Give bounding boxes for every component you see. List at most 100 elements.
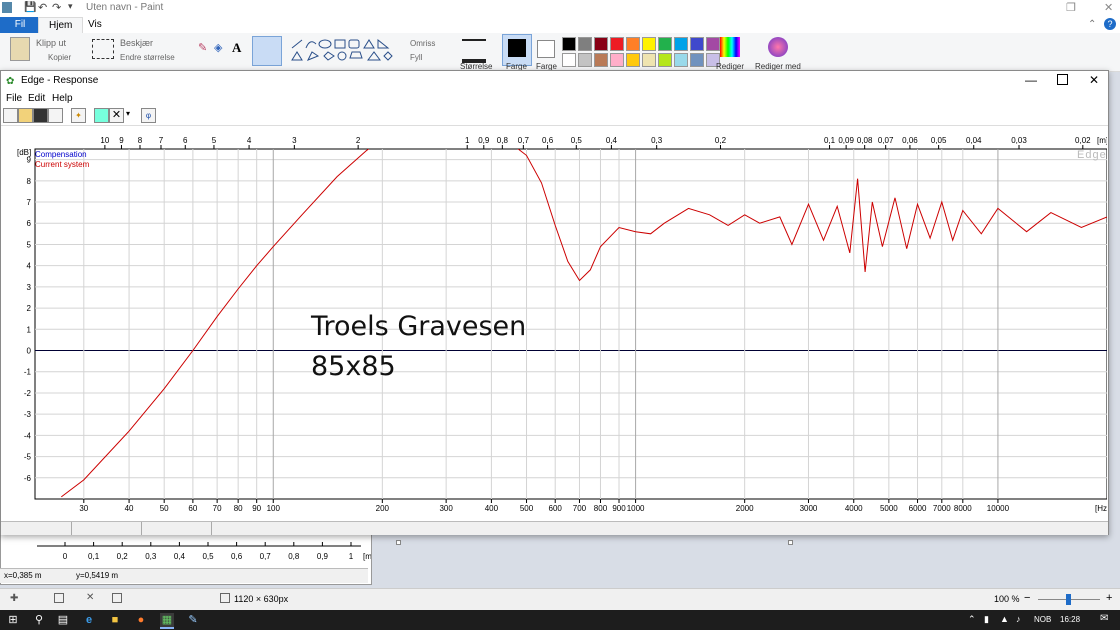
cursor-position-icon: ✚ — [10, 593, 19, 604]
canvas-resize-handle[interactable] — [396, 540, 401, 545]
fill-dropdown[interactable]: Fyll — [410, 53, 422, 62]
palette-swatch[interactable] — [642, 53, 656, 67]
menu-help[interactable]: Help — [52, 93, 73, 104]
menu-edit[interactable]: Edit — [28, 93, 45, 104]
file-explorer-icon[interactable]: ■ — [108, 613, 122, 627]
edge-close-icon[interactable]: ✕ — [1089, 73, 1099, 87]
language-indicator[interactable]: NOB — [1034, 615, 1051, 624]
tab-fil[interactable]: Fil — [0, 17, 40, 33]
y-tick-label: 7 — [27, 198, 32, 207]
save-disk-icon[interactable] — [33, 108, 48, 123]
edge-minimize-icon[interactable]: — — [1025, 73, 1037, 87]
palette-swatch[interactable] — [674, 37, 688, 51]
clipboard-icon[interactable] — [10, 37, 30, 61]
volume-icon[interactable]: ♪ — [1016, 614, 1021, 624]
baffle-tick-label: 0,3 — [145, 552, 157, 561]
baffle-tick-label: 0,2 — [117, 552, 129, 561]
battery-icon[interactable]: ▮ — [984, 614, 989, 625]
zoom-slider-thumb[interactable] — [1066, 594, 1071, 605]
tray-chevron-icon[interactable]: ⌃ — [968, 614, 976, 625]
text-tool-icon[interactable]: A — [232, 40, 241, 56]
top-tick-label: 0,5 — [571, 136, 583, 145]
palette-swatch[interactable] — [594, 37, 608, 51]
copy-button[interactable]: Kopier — [48, 53, 71, 62]
tab-vis[interactable]: Vis — [78, 17, 112, 33]
edge-maximize-icon[interactable] — [1057, 74, 1068, 85]
redo-icon[interactable]: ↷ — [52, 1, 61, 14]
edge-browser-icon[interactable]: e — [82, 613, 96, 627]
palette-swatch[interactable] — [690, 37, 704, 51]
palette-swatch[interactable] — [562, 53, 576, 67]
delete-dropdown-icon[interactable]: ▾ — [126, 109, 130, 118]
palette-swatch[interactable] — [658, 53, 672, 67]
task-view-icon[interactable]: ▤ — [56, 613, 70, 627]
edge-app-taskbar-icon[interactable]: ▦ — [160, 613, 174, 629]
x-tick-label: 500 — [520, 504, 534, 513]
palette-swatch[interactable] — [642, 37, 656, 51]
crop-button[interactable]: Beskjær — [120, 38, 153, 48]
notifications-icon[interactable]: ✉ — [1100, 613, 1108, 624]
response-plot: 9876543210-1-2-3-4-5-6[dB]30 40 50 60 70 80 90… — [17, 136, 1107, 513]
delete-icon[interactable]: ✕ — [109, 108, 124, 123]
zoom-in-icon[interactable]: + — [1106, 592, 1112, 604]
size-icon[interactable] — [462, 39, 486, 63]
palette-swatch[interactable] — [626, 37, 640, 51]
globe-icon[interactable] — [94, 108, 109, 123]
zoom-level: 100 % — [994, 594, 1020, 604]
selection-size-icon — [54, 593, 64, 603]
y-tick-label: 5 — [27, 240, 32, 249]
palette-swatch[interactable] — [562, 37, 576, 51]
phase-icon[interactable]: φ — [141, 108, 156, 123]
brush-icon[interactable] — [252, 36, 282, 66]
copy-icon[interactable] — [48, 108, 63, 123]
paint-taskbar-icon[interactable]: ✎ — [186, 613, 200, 627]
network-icon[interactable]: ▲ — [1000, 614, 1009, 624]
edit-colors-icon[interactable] — [720, 37, 740, 57]
status-close-icon: ✕ — [86, 592, 95, 603]
color2-swatch[interactable] — [537, 40, 555, 58]
paint-restore-icon[interactable]: ❐ — [1066, 1, 1076, 14]
shapes-gallery[interactable] — [290, 38, 400, 64]
save-icon[interactable]: 💾 — [24, 2, 36, 13]
new-file-icon[interactable] — [3, 108, 18, 123]
select-icon[interactable] — [92, 39, 114, 59]
zoom-out-icon[interactable]: − — [1024, 592, 1030, 604]
x-tick-label: 90 — [252, 504, 261, 513]
search-icon[interactable]: ⚲ — [32, 613, 46, 627]
top-tick-label: 0,7 — [518, 136, 530, 145]
palette-swatch[interactable] — [610, 37, 624, 51]
palette-swatch[interactable] — [674, 53, 688, 67]
top-tick-label: 10 — [100, 136, 109, 145]
wand-icon[interactable]: ✦ — [71, 108, 86, 123]
resize-button[interactable]: Endre størrelse — [120, 53, 175, 62]
palette-swatch[interactable] — [594, 53, 608, 67]
palette-swatch[interactable] — [658, 37, 672, 51]
palette-swatch[interactable] — [706, 37, 720, 51]
pencil-icon[interactable]: ✎ — [198, 41, 207, 54]
palette-swatch[interactable] — [578, 37, 592, 51]
quick-access-dropdown-icon[interactable]: ▾ — [68, 1, 73, 12]
ribbon-collapse-icon[interactable]: ⌃ — [1088, 19, 1096, 30]
open-folder-icon[interactable] — [18, 108, 33, 123]
clock[interactable]: 16:28 — [1060, 615, 1080, 624]
palette-swatch[interactable] — [610, 53, 624, 67]
baffle-tick-label: 0,9 — [317, 552, 329, 561]
cut-button[interactable]: Klipp ut — [36, 38, 66, 48]
palette-swatch[interactable] — [578, 53, 592, 67]
y-tick-label: 3 — [27, 283, 32, 292]
x-tick-label: 10000 — [987, 504, 1010, 513]
firefox-icon[interactable]: ● — [134, 613, 148, 627]
outline-dropdown[interactable]: Omriss — [410, 39, 435, 48]
tab-hjem[interactable]: Hjem — [38, 17, 84, 34]
top-tick-label: 0,03 — [1011, 136, 1027, 145]
undo-icon[interactable]: ↶ — [38, 1, 47, 14]
palette-swatch[interactable] — [690, 53, 704, 67]
help-icon[interactable]: ? — [1104, 18, 1116, 30]
windows-start-icon[interactable]: ⊞ — [6, 613, 20, 627]
fill-bucket-icon[interactable]: ◈ — [214, 41, 222, 54]
canvas-resize-handle-corner[interactable] — [788, 540, 793, 545]
paint3d-icon[interactable] — [768, 37, 788, 57]
palette-swatch[interactable] — [626, 53, 640, 67]
menu-file[interactable]: File — [6, 93, 22, 104]
paint-close-icon[interactable]: ✕ — [1104, 1, 1113, 14]
